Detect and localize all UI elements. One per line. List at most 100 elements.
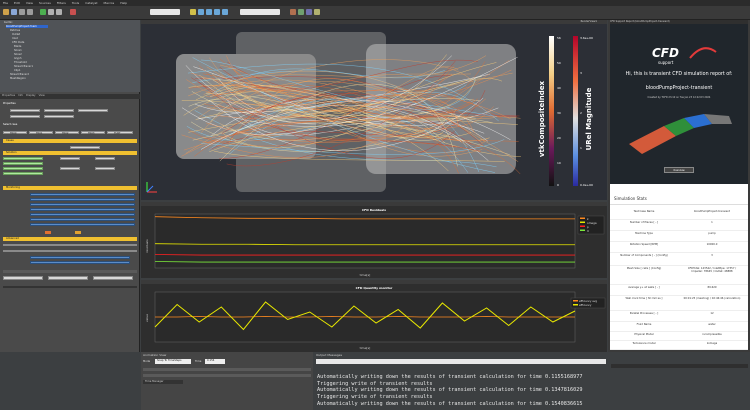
menu-catalyst[interactable]: Catalyst xyxy=(85,1,97,5)
monitoring-field[interactable] xyxy=(30,218,135,221)
search-button[interactable] xyxy=(10,115,40,118)
axis-y-icon[interactable] xyxy=(214,9,220,15)
apply-button[interactable] xyxy=(10,109,40,112)
case-button[interactable]: TR01 xyxy=(29,131,53,134)
case-button[interactable]: TR02 xyxy=(55,131,79,134)
component-field[interactable] xyxy=(3,167,43,170)
axis-x-icon[interactable] xyxy=(206,9,212,15)
monitoring-field[interactable] xyxy=(30,223,135,226)
reset-button[interactable] xyxy=(44,109,74,112)
component-field[interactable] xyxy=(3,157,43,160)
advanced-section-header[interactable]: Advanced xyxy=(3,237,137,241)
pipeline-item[interactable]: Glyph xyxy=(14,57,54,60)
menu-macros[interactable]: Macros xyxy=(104,1,115,5)
camera-icon[interactable] xyxy=(190,9,196,15)
delete-button[interactable] xyxy=(78,109,108,112)
component-field[interactable] xyxy=(3,172,43,175)
menu-sources[interactable]: Sources xyxy=(39,1,51,5)
open-icon[interactable] xyxy=(3,9,9,15)
pipeline-item[interactable]: Threshold xyxy=(14,61,54,64)
pump-scene[interactable]: vtkCompositeIndex URel Magnitude 56 50 4… xyxy=(141,24,607,200)
tab-display[interactable]: Display xyxy=(26,94,36,99)
menu-tools[interactable]: Tools xyxy=(72,1,79,5)
pipeline-item[interactable]: Outlet xyxy=(12,33,52,36)
monitoring-field[interactable] xyxy=(30,198,135,201)
pipeline-item-selected[interactable]: bloodPumpProject.foam xyxy=(6,25,48,28)
run-icon[interactable] xyxy=(45,231,51,234)
variable-select[interactable] xyxy=(240,9,280,15)
time-step-row[interactable] xyxy=(3,270,137,273)
tab-time-manager[interactable]: Time Manager xyxy=(143,380,183,384)
monitoring-field[interactable] xyxy=(30,193,135,196)
advanced-toggle[interactable] xyxy=(44,115,74,118)
render-view[interactable]: RenderView1 vtkCompositeIndex URel Magni… xyxy=(141,20,607,200)
monitoring-field[interactable] xyxy=(30,213,135,216)
mode-select[interactable]: Snap To TimeSteps xyxy=(155,359,191,364)
time-input[interactable]: 0.154 xyxy=(205,359,225,364)
option-button[interactable] xyxy=(48,276,88,280)
menu-view[interactable]: View xyxy=(26,1,33,5)
pipeline-item[interactable]: CFD Data xyxy=(12,41,52,44)
menu-edit[interactable]: Edit xyxy=(14,1,20,5)
monitoring-section-header[interactable]: Monitoring xyxy=(3,186,137,190)
timeline-track[interactable] xyxy=(143,374,311,377)
menu-help[interactable]: Help xyxy=(120,1,127,5)
pipeline-item[interactable]: Inlet xyxy=(12,37,52,40)
menu-file[interactable]: File xyxy=(3,1,8,5)
timeline-track[interactable] xyxy=(143,368,311,371)
case-load-button[interactable] xyxy=(70,146,100,149)
pipeline-item[interactable]: Slice1 xyxy=(14,49,54,52)
monitoring-field[interactable] xyxy=(30,203,135,206)
slider-track[interactable] xyxy=(3,250,137,252)
cases-section-header[interactable]: Cases xyxy=(3,139,137,143)
last-frame-icon[interactable] xyxy=(56,9,62,15)
pipeline-item[interactable]: Blade xyxy=(14,45,54,48)
monitoring-field[interactable] xyxy=(30,208,135,211)
pipeline-item[interactable]: builtin: xyxy=(4,21,44,24)
clip-icon[interactable] xyxy=(298,9,304,15)
reset-camera-icon[interactable] xyxy=(198,9,204,15)
slice-icon[interactable] xyxy=(306,9,312,15)
solution-button[interactable] xyxy=(95,157,115,160)
tab-view[interactable]: View xyxy=(39,94,45,99)
console-filter-input[interactable] xyxy=(316,359,606,364)
menu-filters[interactable]: Filters xyxy=(57,1,66,5)
record-icon[interactable] xyxy=(70,9,76,15)
option-button[interactable] xyxy=(93,276,133,280)
overview-button[interactable]: Overview xyxy=(664,167,694,173)
stop-icon[interactable] xyxy=(75,231,81,234)
step-icon[interactable] xyxy=(48,9,54,15)
residuals-chart-view[interactable]: CFD Residuals residuals time[s] k omega … xyxy=(141,202,607,278)
console-tab-bar[interactable] xyxy=(611,364,748,368)
solution-button[interactable] xyxy=(95,167,115,170)
filter-icon[interactable] xyxy=(290,9,296,15)
pipeline-item[interactable]: StreamTracer1 xyxy=(14,65,54,68)
residuals-plot[interactable]: residuals time[s] k omega p U xyxy=(141,208,607,278)
solution-button[interactable] xyxy=(60,157,80,160)
slider-track[interactable] xyxy=(3,244,137,246)
tab-info[interactable]: Info xyxy=(18,94,23,99)
play-icon[interactable] xyxy=(40,9,46,15)
tab-properties[interactable]: Properties xyxy=(2,94,15,99)
solution-section-header[interactable]: Solution xyxy=(3,151,137,155)
option-button[interactable] xyxy=(3,276,43,280)
report-document[interactable]: CFD support Hi, this is transient CFD si… xyxy=(610,24,748,350)
save-icon[interactable] xyxy=(11,9,17,15)
axis-z-icon[interactable] xyxy=(222,9,228,15)
case-button[interactable]: TR03 xyxy=(81,131,105,134)
advanced-field[interactable] xyxy=(30,256,130,259)
pipeline-item[interactable]: StreamTracer2 xyxy=(10,73,50,76)
undo-icon[interactable] xyxy=(19,9,25,15)
time-field[interactable] xyxy=(150,9,180,15)
quantity-plot[interactable]: value time[s] efficiency avg efficiency xyxy=(141,286,607,352)
glyph-icon[interactable] xyxy=(314,9,320,15)
pipeline-item[interactable]: Slice2 xyxy=(14,53,54,56)
advanced-field[interactable] xyxy=(30,261,130,264)
pipeline-item[interactable]: Patches xyxy=(10,29,50,32)
pipeline-item[interactable]: MeshRegion xyxy=(10,77,50,80)
solution-button[interactable] xyxy=(60,167,80,170)
redo-icon[interactable] xyxy=(27,9,33,15)
pipeline-item[interactable]: Clip1 xyxy=(14,69,54,72)
case-button[interactable]: TURT xyxy=(107,131,133,134)
quantity-chart-view[interactable]: CFD Quantity monitor value time[s] effic… xyxy=(141,280,607,352)
